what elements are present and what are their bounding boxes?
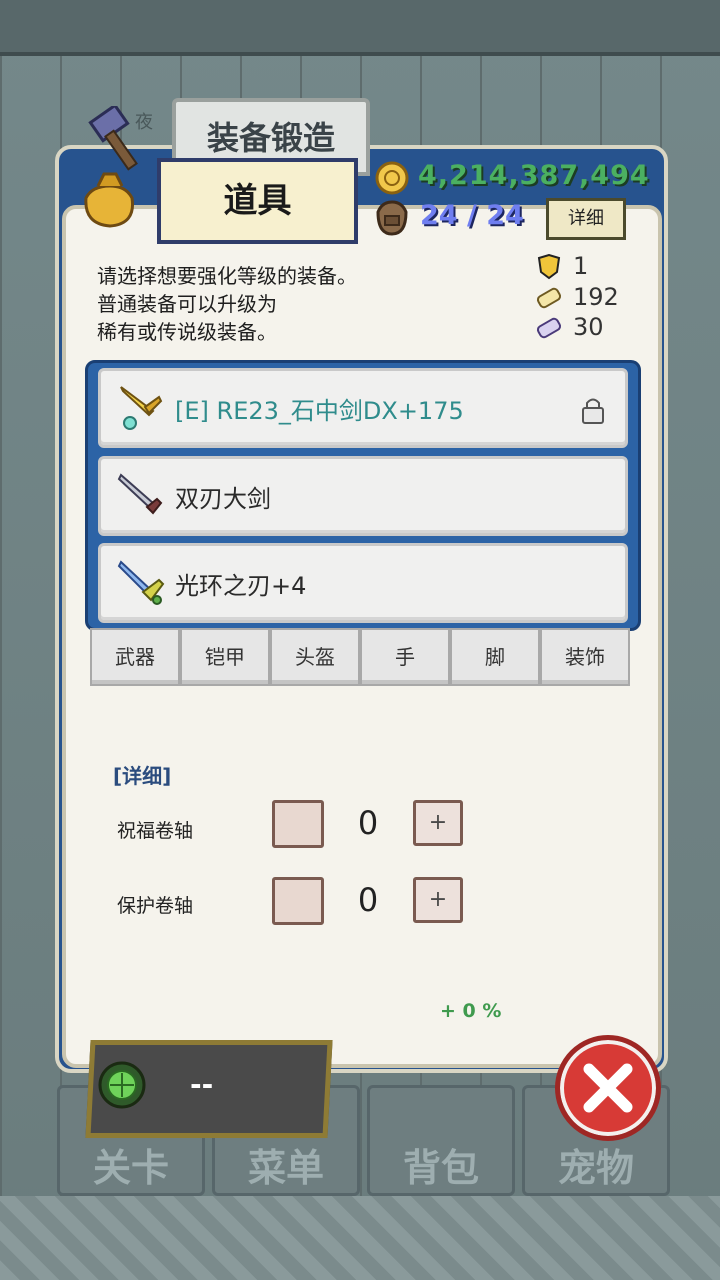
close-icon: [583, 1063, 633, 1113]
protection-scroll-count: 0: [357, 881, 379, 919]
gold-amount: 4,214,387,494: [418, 160, 650, 191]
equipment-row-2[interactable]: 双刃大剑: [98, 456, 628, 536]
protection-plus-button[interactable]: +: [413, 877, 463, 923]
success-bonus-text: + 0 %: [440, 1000, 502, 1022]
purple-scroll-icon: [536, 317, 562, 339]
background-floor: [0, 1196, 720, 1280]
background-top-bar: [0, 0, 720, 56]
item-bag-icon: [84, 172, 135, 228]
equipment-row-1[interactable]: [E] RE23_石中剑DX+175: [98, 368, 628, 448]
protection-scroll-label: 保护卷轴: [117, 895, 194, 917]
hammer-icon: [88, 106, 138, 171]
blue-sword-icon: [117, 560, 165, 605]
equipment-name: [E] RE23_石中剑DX+175: [175, 397, 464, 425]
blessing-scroll-count: 0: [357, 804, 379, 842]
details-heading: [详细]: [113, 764, 172, 788]
tab-accessory[interactable]: 装饰: [540, 628, 630, 686]
tab-armor[interactable]: 铠甲: [180, 628, 270, 686]
gold-sword-icon: [120, 386, 163, 430]
resource-count-shield: 1: [573, 252, 589, 280]
green-gem-icon: [98, 1061, 146, 1109]
equipment-name: 双刃大剑: [175, 485, 271, 513]
tab-hand[interactable]: 手: [360, 628, 450, 686]
tab-foot[interactable]: 脚: [450, 628, 540, 686]
resource-count-gold-scroll: 192: [573, 283, 619, 311]
background-tab-bag: 背包: [367, 1085, 515, 1196]
gold-coin-icon: [375, 161, 409, 195]
steel-sword-icon: [117, 473, 163, 515]
bag-capacity: 24 / 24: [420, 200, 524, 231]
tab-helmet[interactable]: 头盔: [270, 628, 360, 686]
forge-button-label: --: [190, 1068, 214, 1101]
equipment-row-3[interactable]: 光环之刃+4: [98, 543, 628, 623]
tab-weapon[interactable]: 武器: [90, 628, 180, 686]
blessing-plus-button[interactable]: +: [413, 800, 463, 846]
blessing-scroll-slot[interactable]: [272, 800, 324, 848]
gold-scroll-icon: [536, 287, 562, 309]
tab-items[interactable]: 道具: [157, 158, 358, 244]
blessing-scroll-label: 祝福卷轴: [117, 820, 194, 842]
resource-count-purple-scroll: 30: [573, 313, 604, 341]
instructions-text: 请选择想要强化等级的装备。 普通装备可以升级为 稀有或传说级装备。: [97, 264, 357, 344]
protection-scroll-slot[interactable]: [272, 877, 324, 925]
equipment-name: 光环之刃+4: [175, 572, 307, 600]
backpack-icon: [376, 200, 408, 236]
detail-button[interactable]: 详细: [546, 198, 626, 240]
gold-shield-icon: [537, 254, 561, 280]
lock-icon[interactable]: [579, 395, 607, 425]
